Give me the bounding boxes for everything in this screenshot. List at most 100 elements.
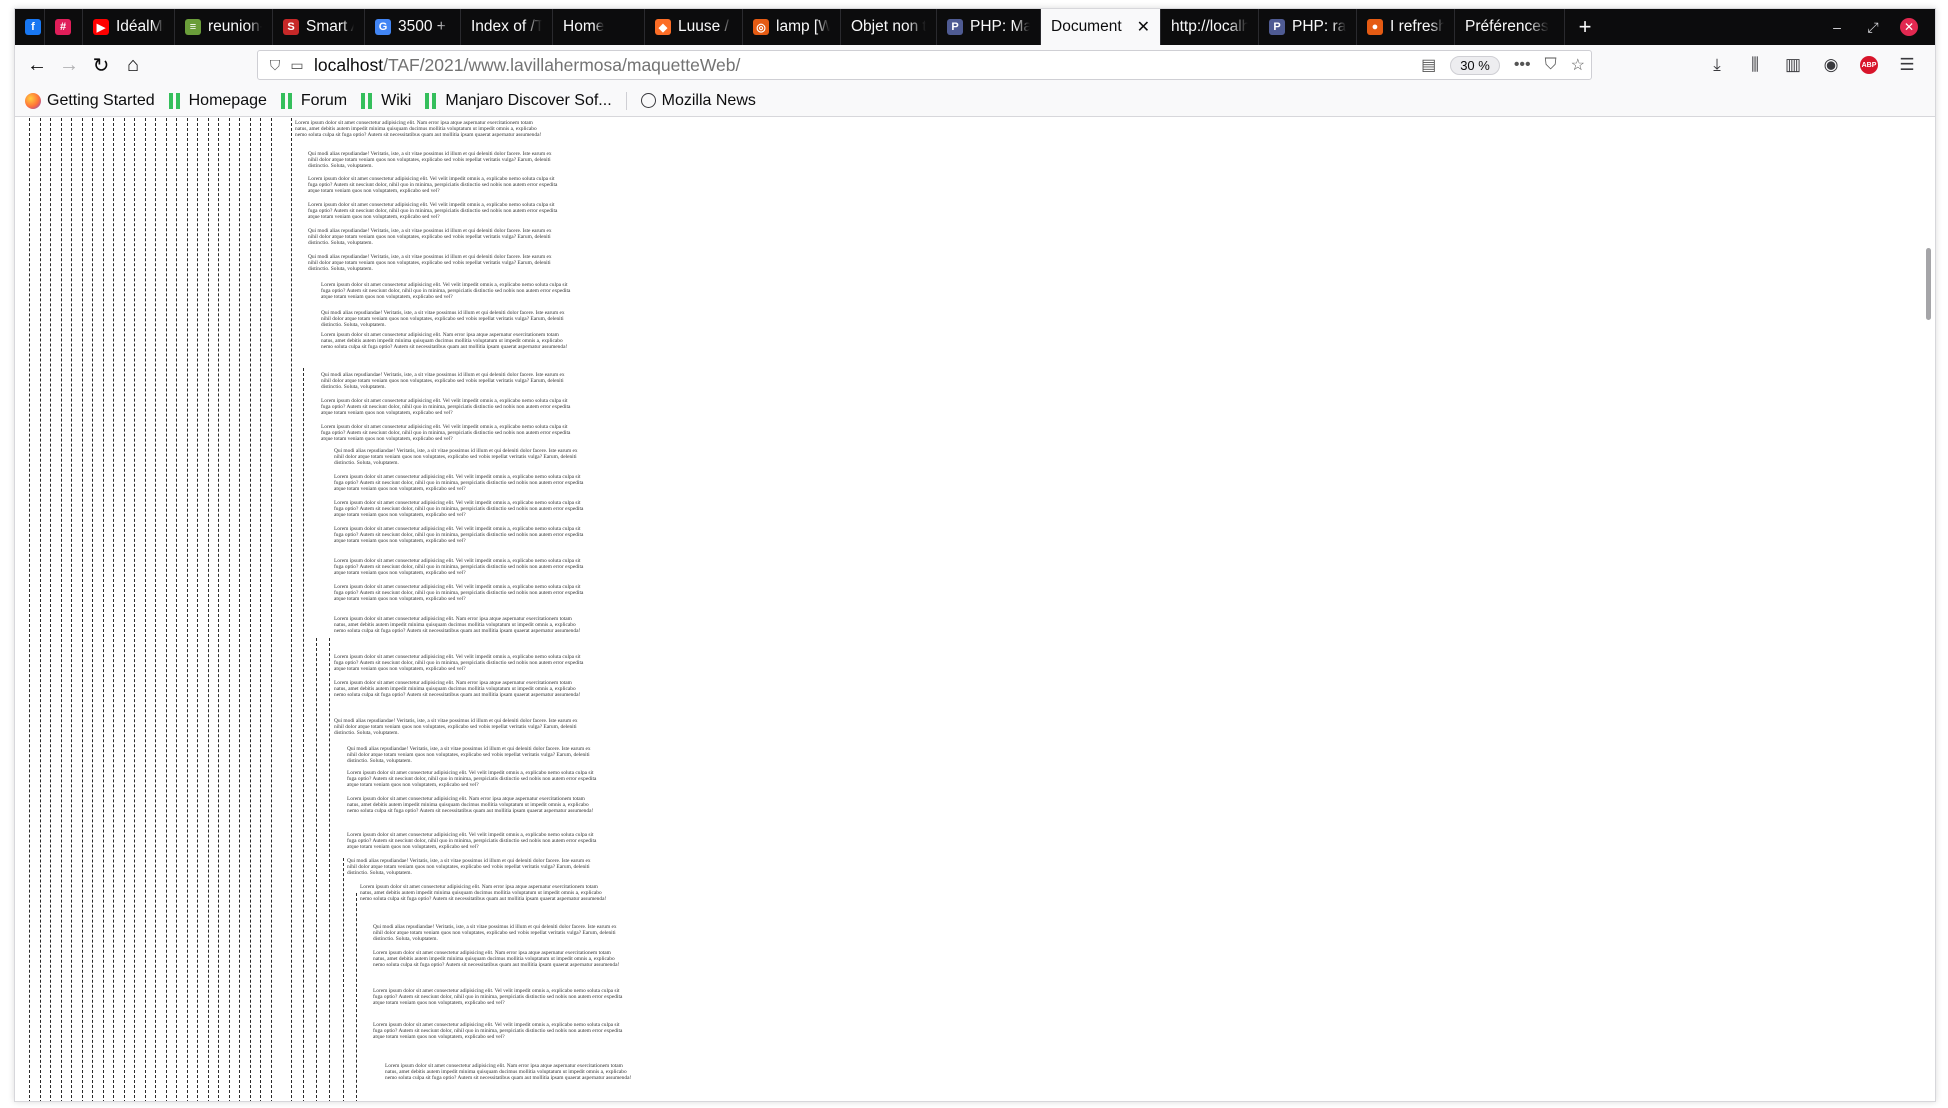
- nesting-guide-line: [343, 858, 344, 1101]
- lorem-paragraph: Qui modi alias repudiandae! Veritatis, i…: [347, 858, 591, 877]
- pocket-icon[interactable]: ⛉: [1545, 56, 1557, 74]
- manjaro-icon: [425, 92, 440, 109]
- lorem-paragraph: Lorem ipsum dolor sit amet consectetur a…: [321, 398, 571, 417]
- scrollbar[interactable]: [1921, 118, 1935, 1101]
- tab-2[interactable]: ▶ IdéalMix: [83, 9, 175, 45]
- tab-9[interactable]: ◎ lamp [Wik: [743, 9, 841, 45]
- reload-button[interactable]: ↻: [85, 49, 117, 81]
- back-button[interactable]: ←: [21, 49, 53, 81]
- lorem-paragraph: Lorem ipsum dolor sit amet consectetur a…: [360, 884, 607, 903]
- lorem-paragraph: Lorem ipsum dolor sit amet consectetur a…: [334, 558, 584, 577]
- account-icon[interactable]: ◉: [1815, 49, 1847, 81]
- url-bar[interactable]: ⛉ ▭ localhost/TAF/2021/www.lavillahermos…: [257, 50, 1592, 80]
- sidebar-icon[interactable]: ▥: [1777, 49, 1809, 81]
- tab-0[interactable]: f: [15, 9, 45, 45]
- youtube-icon: ▶: [93, 19, 109, 35]
- tab-11[interactable]: P PHP: Man: [937, 9, 1041, 45]
- tab-6[interactable]: Index of /TAF: [461, 9, 553, 45]
- nesting-guide-line: [197, 118, 198, 1101]
- tab-label: Document: [1051, 18, 1122, 35]
- bookmark-item[interactable]: Manjaro Discover Sof...: [425, 92, 612, 110]
- bookmark-item[interactable]: Homepage: [168, 91, 267, 110]
- url-path: /TAF/2021/www.lavillahermosa/maquetteWeb…: [383, 54, 741, 75]
- lorem-paragraph: Lorem ipsum dolor sit amet consectetur a…: [321, 332, 568, 351]
- firefox-icon: [25, 92, 41, 109]
- home-button[interactable]: ⌂: [117, 49, 149, 81]
- nesting-guide-line: [316, 638, 317, 1101]
- nesting-guide-line: [270, 118, 272, 1101]
- maximize-button[interactable]: ⤢: [1855, 9, 1891, 45]
- nesting-guide-line: [207, 118, 209, 1101]
- nesting-guide-line: [165, 118, 167, 1101]
- tab-label: Préférences: [1465, 18, 1549, 35]
- browser-window: f # ▶ IdéalMix ≡ reunion-l S Smart Acc G 3500 + 2…: [14, 8, 1936, 1102]
- tab-5[interactable]: G 3500 + 2: [365, 9, 461, 45]
- firefox-icon: ●: [1367, 19, 1383, 35]
- nesting-guide-line: [329, 638, 330, 1101]
- bookmark-label: Mozilla News: [661, 91, 756, 109]
- tab-12[interactable]: Document ✕: [1041, 9, 1161, 45]
- tab-label: Home: [563, 18, 605, 35]
- nesting-guide-line: [92, 118, 93, 1101]
- nesting-guide-line: [134, 118, 135, 1101]
- scrollbar-thumb[interactable]: [1926, 248, 1931, 320]
- google-icon: G: [375, 19, 391, 35]
- lorem-paragraph: Qui modi alias repudiandae! Veritatis, i…: [334, 718, 578, 737]
- bookmark-separator: [625, 91, 627, 110]
- lorem-paragraph: Qui modi alias repudiandae! Veritatis, i…: [308, 228, 552, 247]
- tab-7[interactable]: Home: [553, 9, 645, 45]
- bookmark-item[interactable]: Getting Started: [25, 92, 155, 110]
- wiki-icon: ◎: [753, 19, 769, 35]
- forward-button[interactable]: →: [53, 49, 85, 81]
- tab-16[interactable]: Préférences: [1455, 9, 1565, 45]
- nesting-guide-line: [291, 118, 292, 1101]
- lorem-paragraph: Qui modi alias repudiandae! Veritatis, i…: [308, 151, 552, 170]
- tab-8[interactable]: ◆ Luuse / w: [645, 9, 743, 45]
- library-icon[interactable]: ⫼: [1739, 49, 1771, 81]
- reader-view-icon[interactable]: ▤: [1421, 55, 1436, 75]
- bookmark-item[interactable]: Wiki: [361, 92, 411, 110]
- tab-label: Index of /TAF: [471, 18, 542, 35]
- close-window-button[interactable]: ✕: [1891, 9, 1927, 45]
- lorem-paragraph: Lorem ipsum dolor sit amet consectetur a…: [334, 474, 584, 493]
- tab-label: reunion-l: [208, 18, 262, 35]
- slack-icon: #: [55, 19, 71, 35]
- tab-label: PHP: rand: [1292, 18, 1346, 35]
- lorem-paragraph: Qui modi alias repudiandae! Veritatis, i…: [308, 254, 552, 273]
- tab-13[interactable]: http://localh: [1161, 9, 1259, 45]
- tab-15[interactable]: ● I refreshe: [1357, 9, 1455, 45]
- tracking-protection-icon[interactable]: ⛉: [264, 57, 286, 74]
- nesting-guide-line: [155, 118, 156, 1101]
- lorem-paragraph: Lorem ipsum dolor sit amet consectetur a…: [385, 1063, 632, 1082]
- lorem-paragraph: Lorem ipsum dolor sit amet consectetur a…: [334, 584, 584, 603]
- tab-14[interactable]: P PHP: rand: [1259, 9, 1357, 45]
- bookmark-item[interactable]: Mozilla News: [640, 91, 756, 110]
- nesting-guide-line: [228, 118, 230, 1101]
- downloads-icon[interactable]: ⤓: [1701, 49, 1733, 81]
- nesting-guide-line: [303, 368, 304, 1101]
- bookmark-star-icon[interactable]: ☆: [1571, 55, 1585, 75]
- lorem-paragraph: Qui modi alias repudiandae! Veritatis, i…: [321, 372, 565, 391]
- nesting-guide-line: [60, 118, 62, 1101]
- adblock-icon[interactable]: ABP: [1853, 49, 1885, 81]
- bookmark-item[interactable]: Forum: [280, 92, 347, 110]
- nesting-guide-line: [50, 118, 51, 1101]
- tab-close-icon[interactable]: ✕: [1137, 17, 1150, 37]
- page-info-icon[interactable]: ▭: [286, 57, 308, 74]
- manjaro-icon: [280, 92, 295, 109]
- zoom-indicator[interactable]: 30 %: [1450, 55, 1500, 75]
- new-tab-button[interactable]: +: [1565, 9, 1605, 45]
- tab-1[interactable]: #: [45, 9, 83, 45]
- bookmark-label: Homepage: [188, 91, 267, 109]
- menu-icon[interactable]: ☰: [1891, 49, 1923, 81]
- bookmark-label: Getting Started: [47, 91, 155, 109]
- lorem-paragraph: Lorem ipsum dolor sit amet consectetur a…: [334, 500, 584, 519]
- tab-4[interactable]: S Smart Acc: [273, 9, 365, 45]
- tab-3[interactable]: ≡ reunion-l: [175, 9, 273, 45]
- php-icon: P: [1269, 19, 1285, 35]
- minimize-button[interactable]: –: [1819, 9, 1855, 45]
- tab-10[interactable]: Objet non tr: [841, 9, 937, 45]
- nesting-guide-line: [113, 118, 114, 1101]
- page-actions-icon[interactable]: •••: [1514, 56, 1531, 74]
- php-icon: P: [947, 19, 963, 35]
